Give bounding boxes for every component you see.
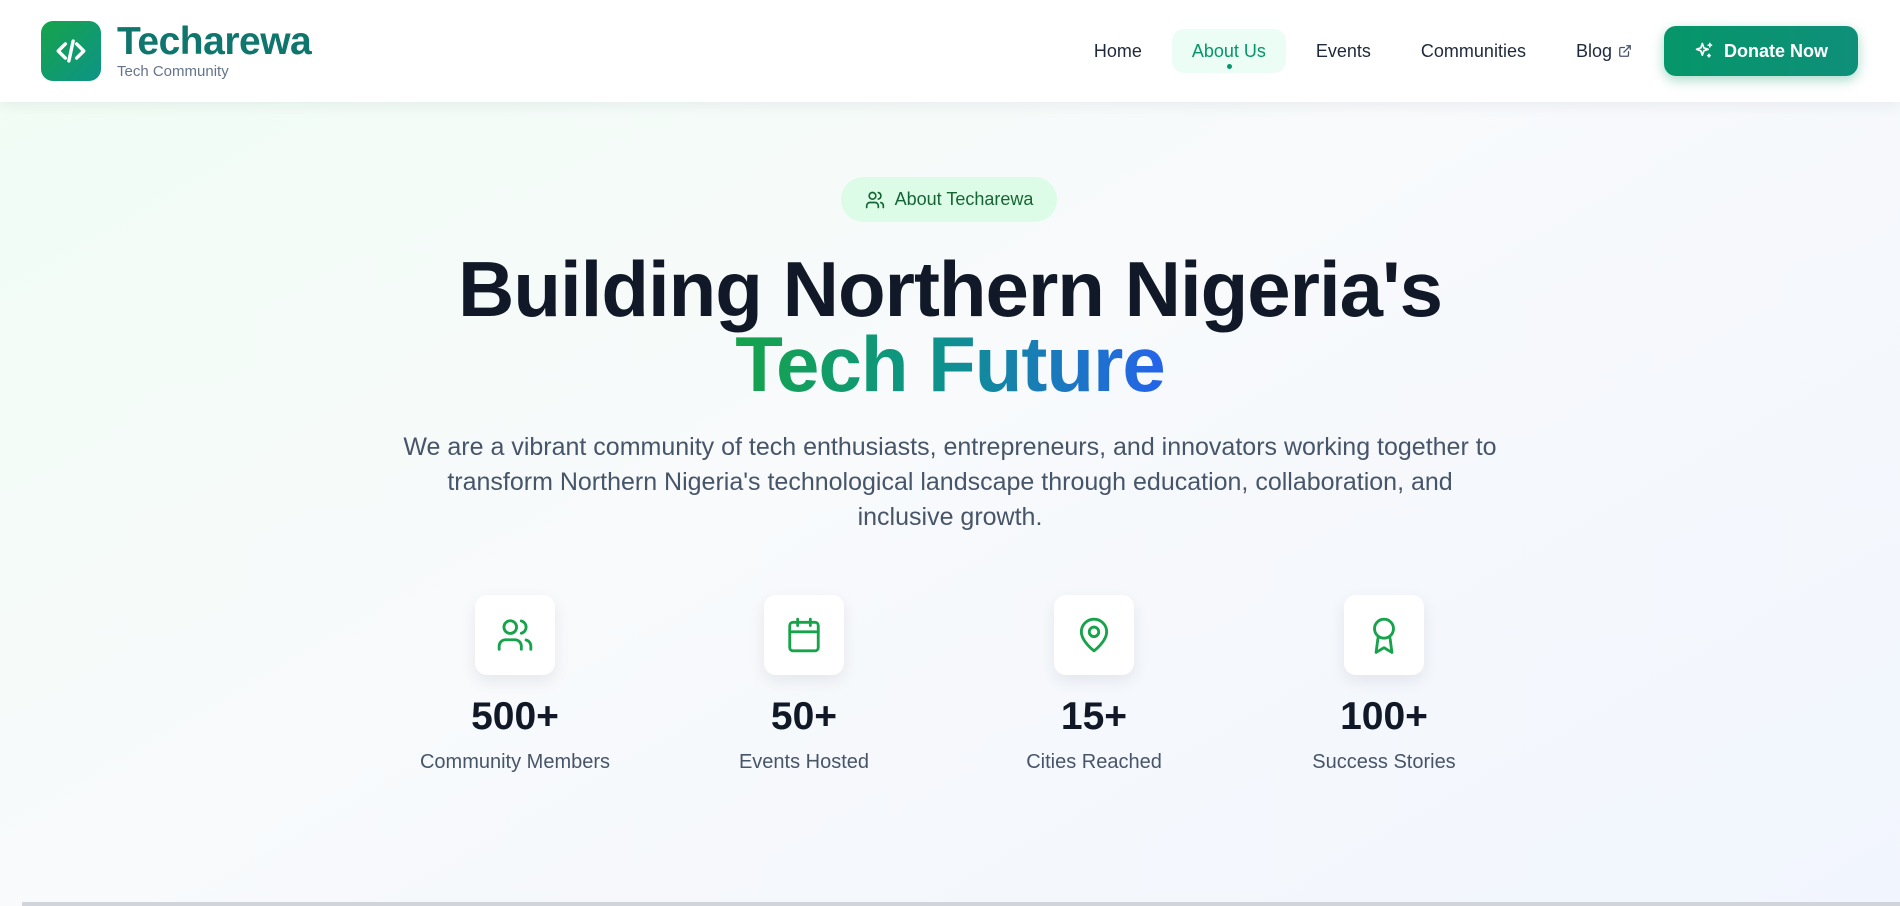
stat-value: 500+	[471, 695, 559, 738]
users-icon	[475, 595, 555, 675]
hero-description: We are a vibrant community of tech enthu…	[403, 433, 1497, 531]
stat-label: Cities Reached	[1026, 751, 1162, 773]
nav-blog[interactable]: Blog	[1556, 29, 1652, 73]
nav-about-us[interactable]: About Us	[1171, 29, 1286, 73]
stat-community-members: 500+ Community Members	[385, 595, 645, 775]
page-title-highlight: Tech Future	[735, 320, 1166, 408]
stat-value: 50+	[770, 695, 838, 738]
users-icon	[865, 191, 884, 208]
nav-home[interactable]: Home	[1074, 29, 1162, 73]
main-nav: Home About Us Events Communities Blog Do…	[1064, 26, 1858, 76]
stat-label: Events Hosted	[738, 751, 870, 773]
stat-label: Community Members	[419, 751, 611, 773]
about-badge: About Techarewa	[841, 177, 1057, 222]
donate-button[interactable]: Donate Now	[1663, 26, 1858, 76]
donate-label: Donate Now	[1723, 40, 1828, 61]
brand-tagline: Tech Community	[117, 62, 229, 80]
external-link-icon	[1618, 44, 1632, 58]
brand-name: Techarewa	[117, 19, 312, 63]
page-title-line1: Building Northern Nigeria's	[458, 245, 1443, 333]
horizontal-scrollbar[interactable]	[22, 902, 1900, 906]
page-title-line2: Tech Future	[0, 325, 1900, 403]
site-header: Techarewa Tech Community Home About Us E…	[0, 0, 1900, 102]
stat-value: 100+	[1340, 695, 1428, 738]
nav-communities[interactable]: Communities	[1401, 29, 1546, 73]
nav-events[interactable]: Events	[1296, 29, 1391, 73]
stat-value: 15+	[1060, 695, 1128, 738]
nav-blog-label: Blog	[1575, 40, 1612, 61]
about-badge-label: About Techarewa	[894, 189, 1034, 209]
code-icon	[41, 21, 101, 81]
award-icon	[1344, 595, 1424, 675]
stat-cities-reached: 15+ Cities Reached	[964, 595, 1224, 775]
stat-events-hosted: 50+ Events Hosted	[674, 595, 934, 775]
brand[interactable]: Techarewa Tech Community	[41, 19, 312, 81]
map-pin-icon	[1054, 595, 1134, 675]
stat-label: Success Stories	[1312, 751, 1456, 773]
calendar-icon	[764, 595, 844, 675]
sparkles-icon	[1695, 42, 1713, 58]
stat-success-stories: 100+ Success Stories	[1254, 595, 1514, 775]
